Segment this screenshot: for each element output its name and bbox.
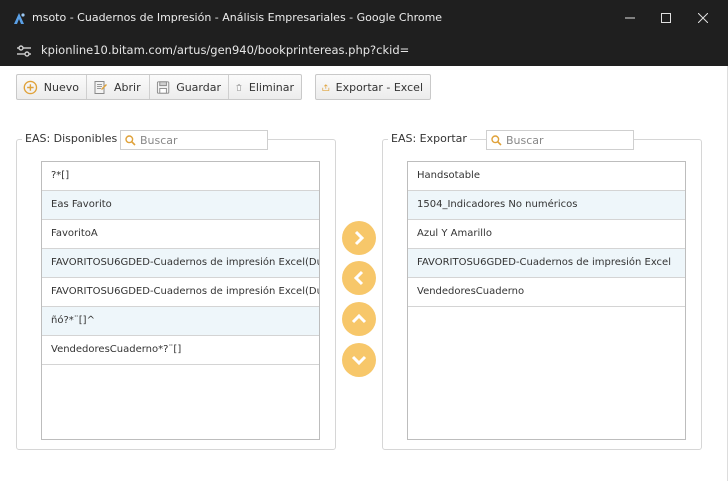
chevron-right-icon [354,230,365,246]
export-legend: EAS: Exportar [388,132,470,145]
main-toolbar: Nuevo Abrir Guardar Eliminar [16,74,302,100]
list-item[interactable]: FavoritoA [42,220,319,249]
new-button[interactable]: Nuevo [17,75,87,99]
list-item[interactable]: FAVORITOSU6GDED-Cuadernos de impresión E… [42,249,319,278]
maximize-button[interactable] [656,8,676,28]
chevron-up-icon [351,313,367,324]
move-up-button[interactable] [342,302,376,336]
list-item[interactable]: FAVORITOSU6GDED-Cuadernos de impresión E… [42,278,319,307]
chevron-down-icon [351,355,367,366]
list-item[interactable]: 1504_Indicadores No numéricos [408,191,685,220]
export-search-box[interactable] [486,130,634,150]
app-logo-icon [14,13,25,24]
export-excel-button[interactable]: Exportar - Excel [316,75,430,99]
list-item[interactable]: VendedoresCuaderno [408,278,685,307]
available-legend: EAS: Disponibles [22,132,121,145]
export-list[interactable]: Handsotable 1504_Indicadores No numérico… [407,161,686,440]
available-search-input[interactable] [140,133,250,147]
available-panel: EAS: Disponibles ?*[] Eas Favorito Favor… [16,130,336,450]
save-button[interactable]: Guardar [150,75,229,99]
maximize-icon [661,13,671,23]
plus-circle-icon [23,80,38,94]
move-left-button[interactable] [342,261,376,295]
list-item[interactable]: Handsotable [408,162,685,191]
export-upload-icon [322,83,330,91]
trash-icon [236,83,242,91]
export-search-input[interactable] [506,133,616,147]
close-button[interactable] [693,8,713,28]
list-item[interactable]: Azul Y Amarillo [408,220,685,249]
delete-button[interactable]: Eliminar [229,75,301,99]
list-item[interactable]: Eas Favorito [42,191,319,220]
search-icon [491,134,502,146]
move-down-button[interactable] [342,343,376,377]
export-toolbar: Exportar - Excel [315,74,431,100]
page-content: Nuevo Abrir Guardar Eliminar Exportar - … [0,66,728,481]
list-item[interactable]: ñó?*¨[]^ [42,307,319,336]
window-title: msoto - Cuadernos de Impresión - Análisi… [32,11,443,24]
open-document-icon [94,80,107,94]
list-item[interactable]: VendedoresCuaderno*?¨[] [42,336,319,365]
open-button[interactable]: Abrir [87,75,150,99]
close-icon [698,13,708,23]
url-text[interactable]: kpionline10.bitam.com/artus/gen940/bookp… [41,43,409,57]
delete-label: Eliminar [248,80,294,94]
save-label: Guardar [176,80,221,94]
list-item[interactable]: FAVORITOSU6GDED-Cuadernos de impresión E… [408,249,685,278]
list-item[interactable]: ?*[] [42,162,319,191]
export-panel: EAS: Exportar Handsotable 1504_Indicador… [382,130,702,450]
available-list[interactable]: ?*[] Eas Favorito FavoritoA FAVORITOSU6G… [41,161,320,440]
new-label: Nuevo [43,80,79,94]
available-search-box[interactable] [120,130,268,150]
export-label: Exportar - Excel [335,80,423,94]
floppy-disk-icon [156,80,170,94]
minimize-button[interactable] [620,8,640,28]
site-settings-icon[interactable] [16,44,32,58]
open-label: Abrir [114,80,141,94]
search-icon [125,134,136,146]
move-right-button[interactable] [342,221,376,255]
address-bar: kpionline10.bitam.com/artus/gen940/bookp… [0,36,728,66]
chevron-left-icon [353,270,364,286]
minimize-icon [625,17,635,19]
window-titlebar: msoto - Cuadernos de Impresión - Análisi… [0,0,728,36]
